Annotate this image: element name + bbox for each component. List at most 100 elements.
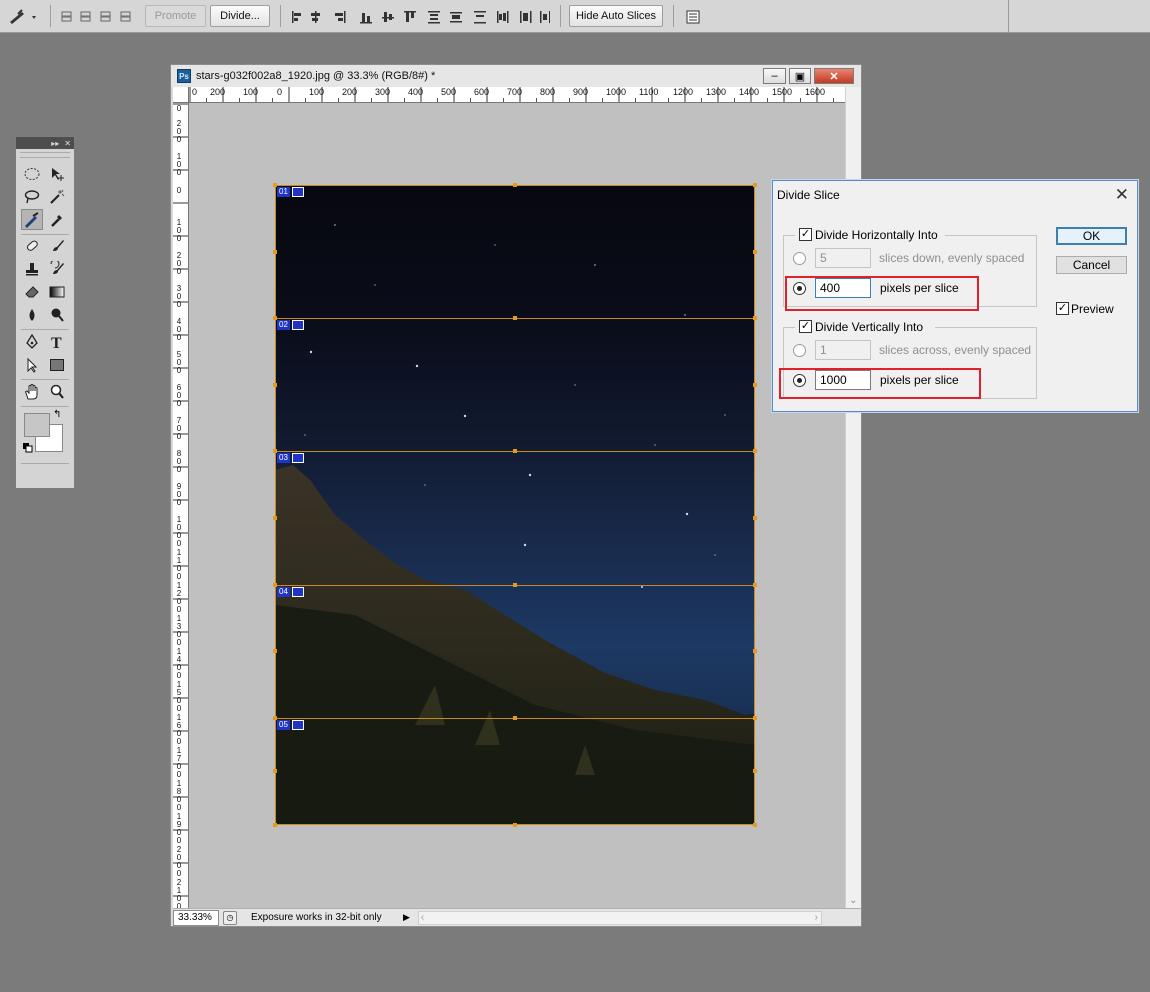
default-colors-icon[interactable] (23, 443, 33, 453)
scroll-right-icon[interactable]: › (815, 912, 818, 923)
horizontal-ruler[interactable]: 0 200 100 0 100 200 300 400 500 600 700 … (189, 87, 853, 103)
type-tool-icon[interactable]: T (46, 331, 68, 352)
path-selection-tool-icon[interactable] (21, 354, 43, 375)
pixels-per-slice-radio-v[interactable] (793, 374, 806, 387)
blur-tool-icon[interactable] (21, 304, 43, 325)
magic-wand-tool-icon[interactable] (46, 186, 68, 207)
divide-horizontally-checkbox[interactable]: ✓ (799, 228, 812, 241)
slice-tool-icon[interactable] (21, 209, 43, 230)
close-icon[interactable]: ✕ (64, 139, 71, 148)
slice-select-tool-icon[interactable] (8, 8, 40, 25)
slices-across-input[interactable] (815, 340, 871, 360)
status-menu-arrow-icon[interactable]: ▶ (403, 912, 410, 923)
ruler-origin[interactable] (173, 87, 189, 103)
v-ruler-label: 1 6 0 0 (176, 713, 182, 746)
gradient-tool-icon[interactable] (46, 281, 68, 302)
history-brush-tool-icon[interactable] (46, 258, 68, 279)
slice-handle[interactable] (753, 183, 757, 187)
slice-label[interactable]: 02 (277, 320, 304, 330)
slice-handle[interactable] (753, 516, 757, 520)
foreground-color-swatch[interactable] (24, 413, 50, 437)
slice-handle[interactable] (513, 716, 517, 720)
image-slice-icon (291, 587, 304, 597)
pixels-per-slice-input-h[interactable] (815, 278, 871, 298)
preview-label: Preview (1071, 302, 1114, 316)
slice-label[interactable]: 01 (277, 187, 304, 197)
slices-down-radio[interactable] (793, 252, 806, 265)
align-slices-icons[interactable] (290, 8, 550, 25)
dodge-tool-icon[interactable] (46, 304, 68, 325)
cancel-button[interactable]: Cancel (1056, 256, 1127, 274)
document-title-bar[interactable]: Ps stars-g032f002a8_1920.jpg @ 33.3% (RG… (171, 65, 861, 87)
ok-button[interactable]: OK (1056, 227, 1127, 245)
slice-handle[interactable] (273, 383, 277, 387)
status-info-icon[interactable]: ◷ (223, 910, 237, 925)
swap-colors-icon[interactable]: ↰ (53, 409, 61, 420)
h-ruler-label: 600 (474, 87, 490, 97)
slices-across-radio[interactable] (793, 344, 806, 357)
slice-handle[interactable] (273, 250, 277, 254)
divide-button[interactable]: Divide... (210, 5, 270, 27)
collapse-icon[interactable]: ▸▸ (51, 139, 59, 148)
brush-tool-icon[interactable] (46, 235, 68, 256)
v-ruler-label: 1 4 0 0 (176, 647, 182, 680)
v-ruler-label: 5 0 0 (176, 350, 182, 375)
hide-auto-slices-button[interactable]: Hide Auto Slices (569, 5, 663, 27)
slice-options-icon[interactable] (685, 8, 701, 25)
lasso-tool-icon[interactable] (21, 186, 43, 207)
slice-handle[interactable] (753, 649, 757, 653)
zoom-level-field[interactable]: 33.33% (173, 909, 219, 926)
slice-handle[interactable] (753, 769, 757, 773)
slice-handle[interactable] (753, 383, 757, 387)
pixels-per-slice-input-v[interactable] (815, 370, 871, 390)
marquee-tool-icon[interactable] (21, 163, 43, 184)
slice-label[interactable]: 03 (277, 453, 304, 463)
scroll-left-icon[interactable]: ‹ (421, 912, 424, 923)
slice-handle[interactable] (753, 716, 757, 720)
eyedropper-tool-icon[interactable] (46, 209, 68, 230)
close-button[interactable]: ✕ (814, 68, 854, 84)
v-ruler-label: 1 3 0 0 (176, 614, 182, 647)
pixels-per-slice-radio-h[interactable] (793, 282, 806, 295)
slice-handle[interactable] (753, 250, 757, 254)
slice-handle[interactable] (753, 449, 757, 453)
move-tool-icon[interactable] (46, 163, 68, 184)
slice-handle[interactable] (513, 183, 517, 187)
minimize-button[interactable]: – (763, 68, 786, 84)
scroll-down-icon[interactable]: ⌄ (849, 895, 857, 906)
healing-brush-tool-icon[interactable] (21, 235, 43, 256)
h-ruler-label: 0 (277, 87, 283, 97)
slice-handle[interactable] (273, 649, 277, 653)
slice-handle[interactable] (753, 583, 757, 587)
promote-button[interactable]: Promote (145, 5, 206, 27)
document-image[interactable] (275, 185, 755, 825)
eraser-tool-icon[interactable] (21, 281, 43, 302)
dialog-close-icon[interactable]: ✕ (1115, 185, 1129, 205)
slice-handle[interactable] (753, 316, 757, 320)
clone-stamp-tool-icon[interactable] (21, 258, 43, 279)
slice-handle[interactable] (513, 583, 517, 587)
tools-panel-header[interactable]: ▸▸ ✕ (16, 137, 74, 149)
preview-checkbox[interactable]: ✓ (1056, 302, 1069, 315)
slice-handle[interactable] (753, 823, 757, 827)
pen-tool-icon[interactable] (21, 331, 43, 352)
panel-grip[interactable] (20, 152, 70, 158)
maximize-button[interactable]: ▣ (789, 68, 811, 84)
slice-label[interactable]: 04 (277, 587, 304, 597)
slice-handle[interactable] (273, 823, 277, 827)
slice-handle[interactable] (273, 769, 277, 773)
slice-label[interactable]: 05 (277, 720, 304, 730)
vertical-ruler[interactable]: 0 2 0 0 1 0 0 0 1 0 0 2 0 0 3 0 0 4 0 0 … (173, 103, 189, 908)
v-ruler-label: 4 0 0 (176, 317, 182, 342)
slice-handle[interactable] (273, 516, 277, 520)
zoom-tool-icon[interactable] (46, 381, 68, 402)
slice-handle[interactable] (513, 449, 517, 453)
slices-down-input[interactable] (815, 248, 871, 268)
divide-vertically-checkbox[interactable]: ✓ (799, 320, 812, 333)
arrange-slices-icons[interactable] (58, 8, 136, 25)
horizontal-scrollbar[interactable]: ‹ › (417, 910, 822, 925)
slice-handle[interactable] (513, 823, 517, 827)
hand-tool-icon[interactable] (21, 381, 43, 402)
slice-handle[interactable] (513, 316, 517, 320)
rectangle-tool-icon[interactable] (46, 354, 68, 375)
